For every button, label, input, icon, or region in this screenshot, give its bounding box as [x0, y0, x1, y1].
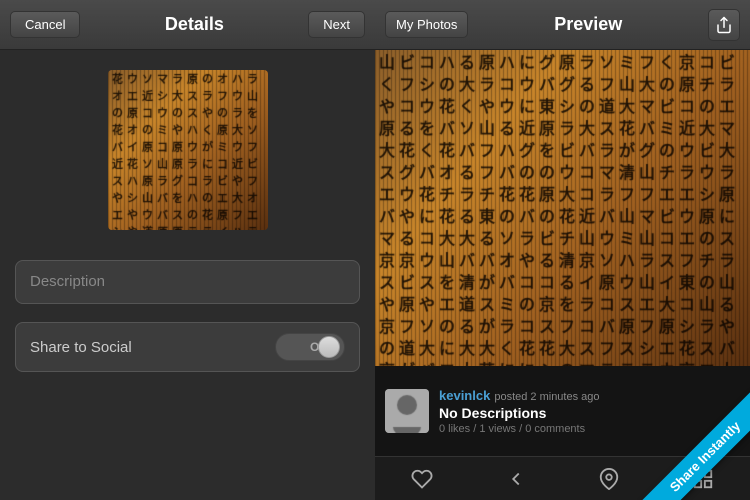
- social-label: Share to Social: [30, 339, 132, 356]
- heart-icon: [411, 468, 433, 490]
- back-button[interactable]: [496, 462, 536, 496]
- info-text: kevinlck posted 2 minutes ago No Descrip…: [439, 388, 740, 435]
- left-title: Details: [80, 14, 308, 35]
- social-toggle[interactable]: OFF: [275, 333, 345, 361]
- right-header: My Photos Preview: [375, 0, 750, 50]
- avatar: [385, 389, 429, 433]
- description-field[interactable]: Description: [15, 260, 360, 304]
- photo-description: No Descriptions: [439, 405, 740, 421]
- share-icon: [715, 16, 733, 34]
- back-icon: [505, 468, 527, 490]
- location-icon: [598, 468, 620, 490]
- username-row: kevinlck posted 2 minutes ago: [439, 388, 740, 403]
- bottom-toolbar: [375, 456, 750, 500]
- username: kevinlck: [439, 388, 490, 403]
- next-button[interactable]: Next: [308, 11, 365, 38]
- left-photo-thumbnail: [108, 70, 268, 230]
- right-panel: My Photos Preview kevinlck posted 2 minu…: [375, 0, 750, 500]
- left-panel: Cancel Details Next Description Share to…: [0, 0, 375, 500]
- location-button[interactable]: [589, 462, 629, 496]
- social-share-row: Share to Social OFF: [15, 322, 360, 372]
- photo-stats: 0 likes / 1 views / 0 comments: [439, 423, 740, 435]
- cancel-button[interactable]: Cancel: [10, 11, 80, 38]
- description-placeholder: Description: [30, 273, 105, 290]
- left-header: Cancel Details Next: [0, 0, 375, 50]
- right-image-area: [375, 50, 750, 366]
- left-image-area: [0, 50, 375, 240]
- posted-time: posted 2 minutes ago: [494, 391, 599, 403]
- my-photos-button[interactable]: My Photos: [385, 11, 468, 38]
- right-title: Preview: [468, 14, 708, 35]
- toggle-knob: [318, 336, 340, 358]
- share-button[interactable]: [708, 9, 740, 41]
- grid-icon: [692, 468, 714, 490]
- info-bar: kevinlck posted 2 minutes ago No Descrip…: [375, 366, 750, 456]
- grid-button[interactable]: [683, 462, 723, 496]
- heart-button[interactable]: [402, 462, 442, 496]
